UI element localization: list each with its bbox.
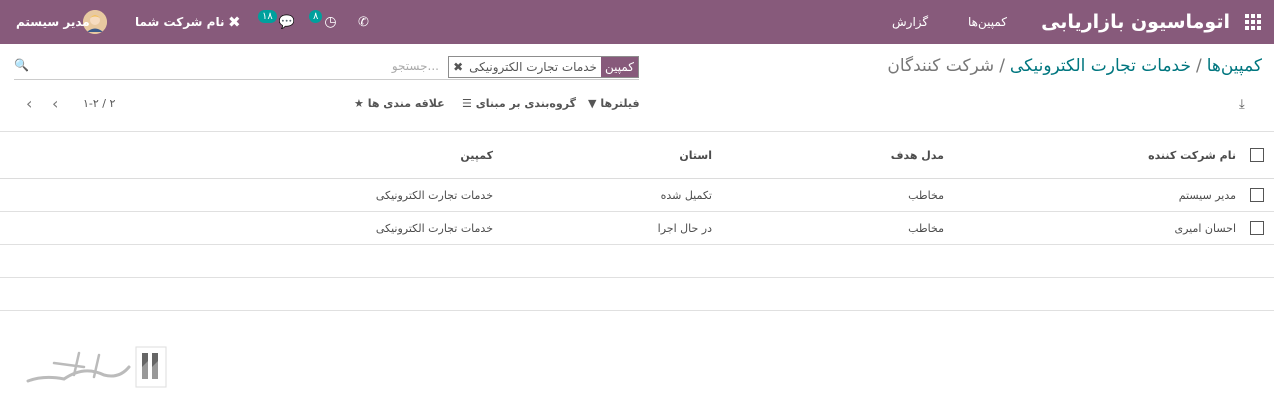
stage: در حال اجرا bbox=[657, 221, 712, 235]
menu-campaigns[interactable]: کمپین‌ها bbox=[968, 0, 1007, 44]
filter-icon: ▼ bbox=[588, 97, 597, 110]
chat-count-badge: ۱۸ bbox=[258, 9, 277, 23]
breadcrumb-separator: / bbox=[999, 56, 1005, 76]
favorites-label: علاقه مندی ها bbox=[367, 97, 445, 110]
phone-icon[interactable]: ✆ bbox=[358, 0, 369, 44]
watermark-logo bbox=[26, 346, 167, 388]
pager-value[interactable]: ۱-۲ / ۲ bbox=[83, 97, 115, 110]
breadcrumb-separator: / bbox=[1195, 56, 1202, 76]
list-icon: ☰ bbox=[462, 97, 472, 110]
search-icon[interactable]: 🔍 bbox=[14, 58, 29, 72]
search-bar[interactable]: 🔍 جستجو... ✖ خدمات تجارت الکترونیکی کمپی… bbox=[14, 55, 639, 80]
breadcrumb-campaign[interactable]: خدمات تجارت الکترونیکی bbox=[1010, 56, 1191, 76]
app-title[interactable]: اتوماسیون بازاریابی bbox=[1041, 0, 1230, 44]
participant-name: احسان امیری bbox=[1174, 221, 1236, 235]
pager-prev-icon[interactable]: ‹ bbox=[52, 94, 58, 113]
favorites-button[interactable]: ★ علاقه مندی ها bbox=[354, 97, 445, 110]
remove-facet-icon[interactable]: ✖ bbox=[449, 57, 465, 77]
campaign: خدمات تجارت الکترونیکی bbox=[375, 221, 493, 235]
user-menu[interactable]: مدیر سیستم bbox=[16, 0, 90, 44]
star-icon: ★ bbox=[354, 97, 364, 110]
row-checkbox[interactable] bbox=[1250, 221, 1264, 235]
filters-label: فیلترها bbox=[600, 97, 640, 110]
participant-name: مدیر سیستم bbox=[1178, 188, 1236, 202]
facet-value: خدمات تجارت الکترونیکی bbox=[469, 60, 597, 74]
chat-menu[interactable]: ۱۸ 💬 bbox=[258, 0, 295, 44]
download-icon[interactable]: ⤓ bbox=[1239, 97, 1245, 112]
column-header-campaign[interactable]: کمپین bbox=[460, 132, 493, 178]
campaign: خدمات تجارت الکترونیکی bbox=[375, 188, 493, 202]
stage: تکمیل شده bbox=[660, 188, 712, 202]
breadcrumb-current: شرکت کنندگان bbox=[887, 56, 995, 76]
activity-menu[interactable]: ۸ ◷ bbox=[309, 0, 337, 44]
search-input[interactable]: جستجو... bbox=[392, 59, 439, 73]
target-model: مخاطب bbox=[908, 221, 944, 235]
column-header-name[interactable]: نام شرکت کننده bbox=[1148, 132, 1236, 178]
apps-icon[interactable] bbox=[1243, 0, 1263, 44]
column-header-model[interactable]: مدل هدف bbox=[891, 132, 944, 178]
empty-row bbox=[0, 278, 1274, 311]
debug-icon[interactable]: ✖ bbox=[228, 0, 241, 44]
filters-button[interactable]: ▼ فیلترها bbox=[588, 97, 640, 110]
row-checkbox[interactable] bbox=[1250, 188, 1264, 202]
list-table: نام شرکت کننده مدل هدف استان کمپین مدیر … bbox=[0, 131, 1274, 311]
facet-label: کمپین bbox=[600, 57, 638, 77]
company-switcher[interactable]: نام شرکت شما bbox=[135, 0, 224, 44]
group-by-label: گروه‌بندی بر مبنای bbox=[475, 97, 576, 110]
breadcrumb-campaigns[interactable]: کمپین‌ها bbox=[1207, 56, 1262, 76]
target-model: مخاطب bbox=[908, 188, 944, 202]
breadcrumb: کمپین‌ها/خدمات تجارت الکترونیکی/شرکت کنن… bbox=[887, 56, 1262, 76]
select-all-checkbox[interactable] bbox=[1250, 148, 1264, 162]
group-by-button[interactable]: ☰ گروه‌بندی بر مبنای bbox=[462, 97, 576, 110]
top-navbar: اتوماسیون بازاریابی کمپین‌ها گزارش ✆ ۸ ◷… bbox=[0, 0, 1274, 44]
table-row[interactable]: احسان امیری مخاطب در حال اجرا خدمات تجار… bbox=[0, 212, 1274, 245]
empty-row bbox=[0, 245, 1274, 278]
menu-report[interactable]: گزارش bbox=[892, 0, 928, 44]
chat-icon: 💬 bbox=[278, 14, 295, 30]
activity-icon: ◷ bbox=[324, 14, 337, 30]
activity-count-badge: ۸ bbox=[309, 9, 323, 23]
column-header-stage[interactable]: استان bbox=[679, 132, 712, 178]
pager-next-icon[interactable]: ‹ bbox=[26, 94, 32, 113]
table-row[interactable]: مدیر سیستم مخاطب تکمیل شده خدمات تجارت ا… bbox=[0, 179, 1274, 212]
search-facet: ✖ خدمات تجارت الکترونیکی کمپین bbox=[448, 56, 639, 78]
table-header: نام شرکت کننده مدل هدف استان کمپین bbox=[0, 131, 1274, 179]
